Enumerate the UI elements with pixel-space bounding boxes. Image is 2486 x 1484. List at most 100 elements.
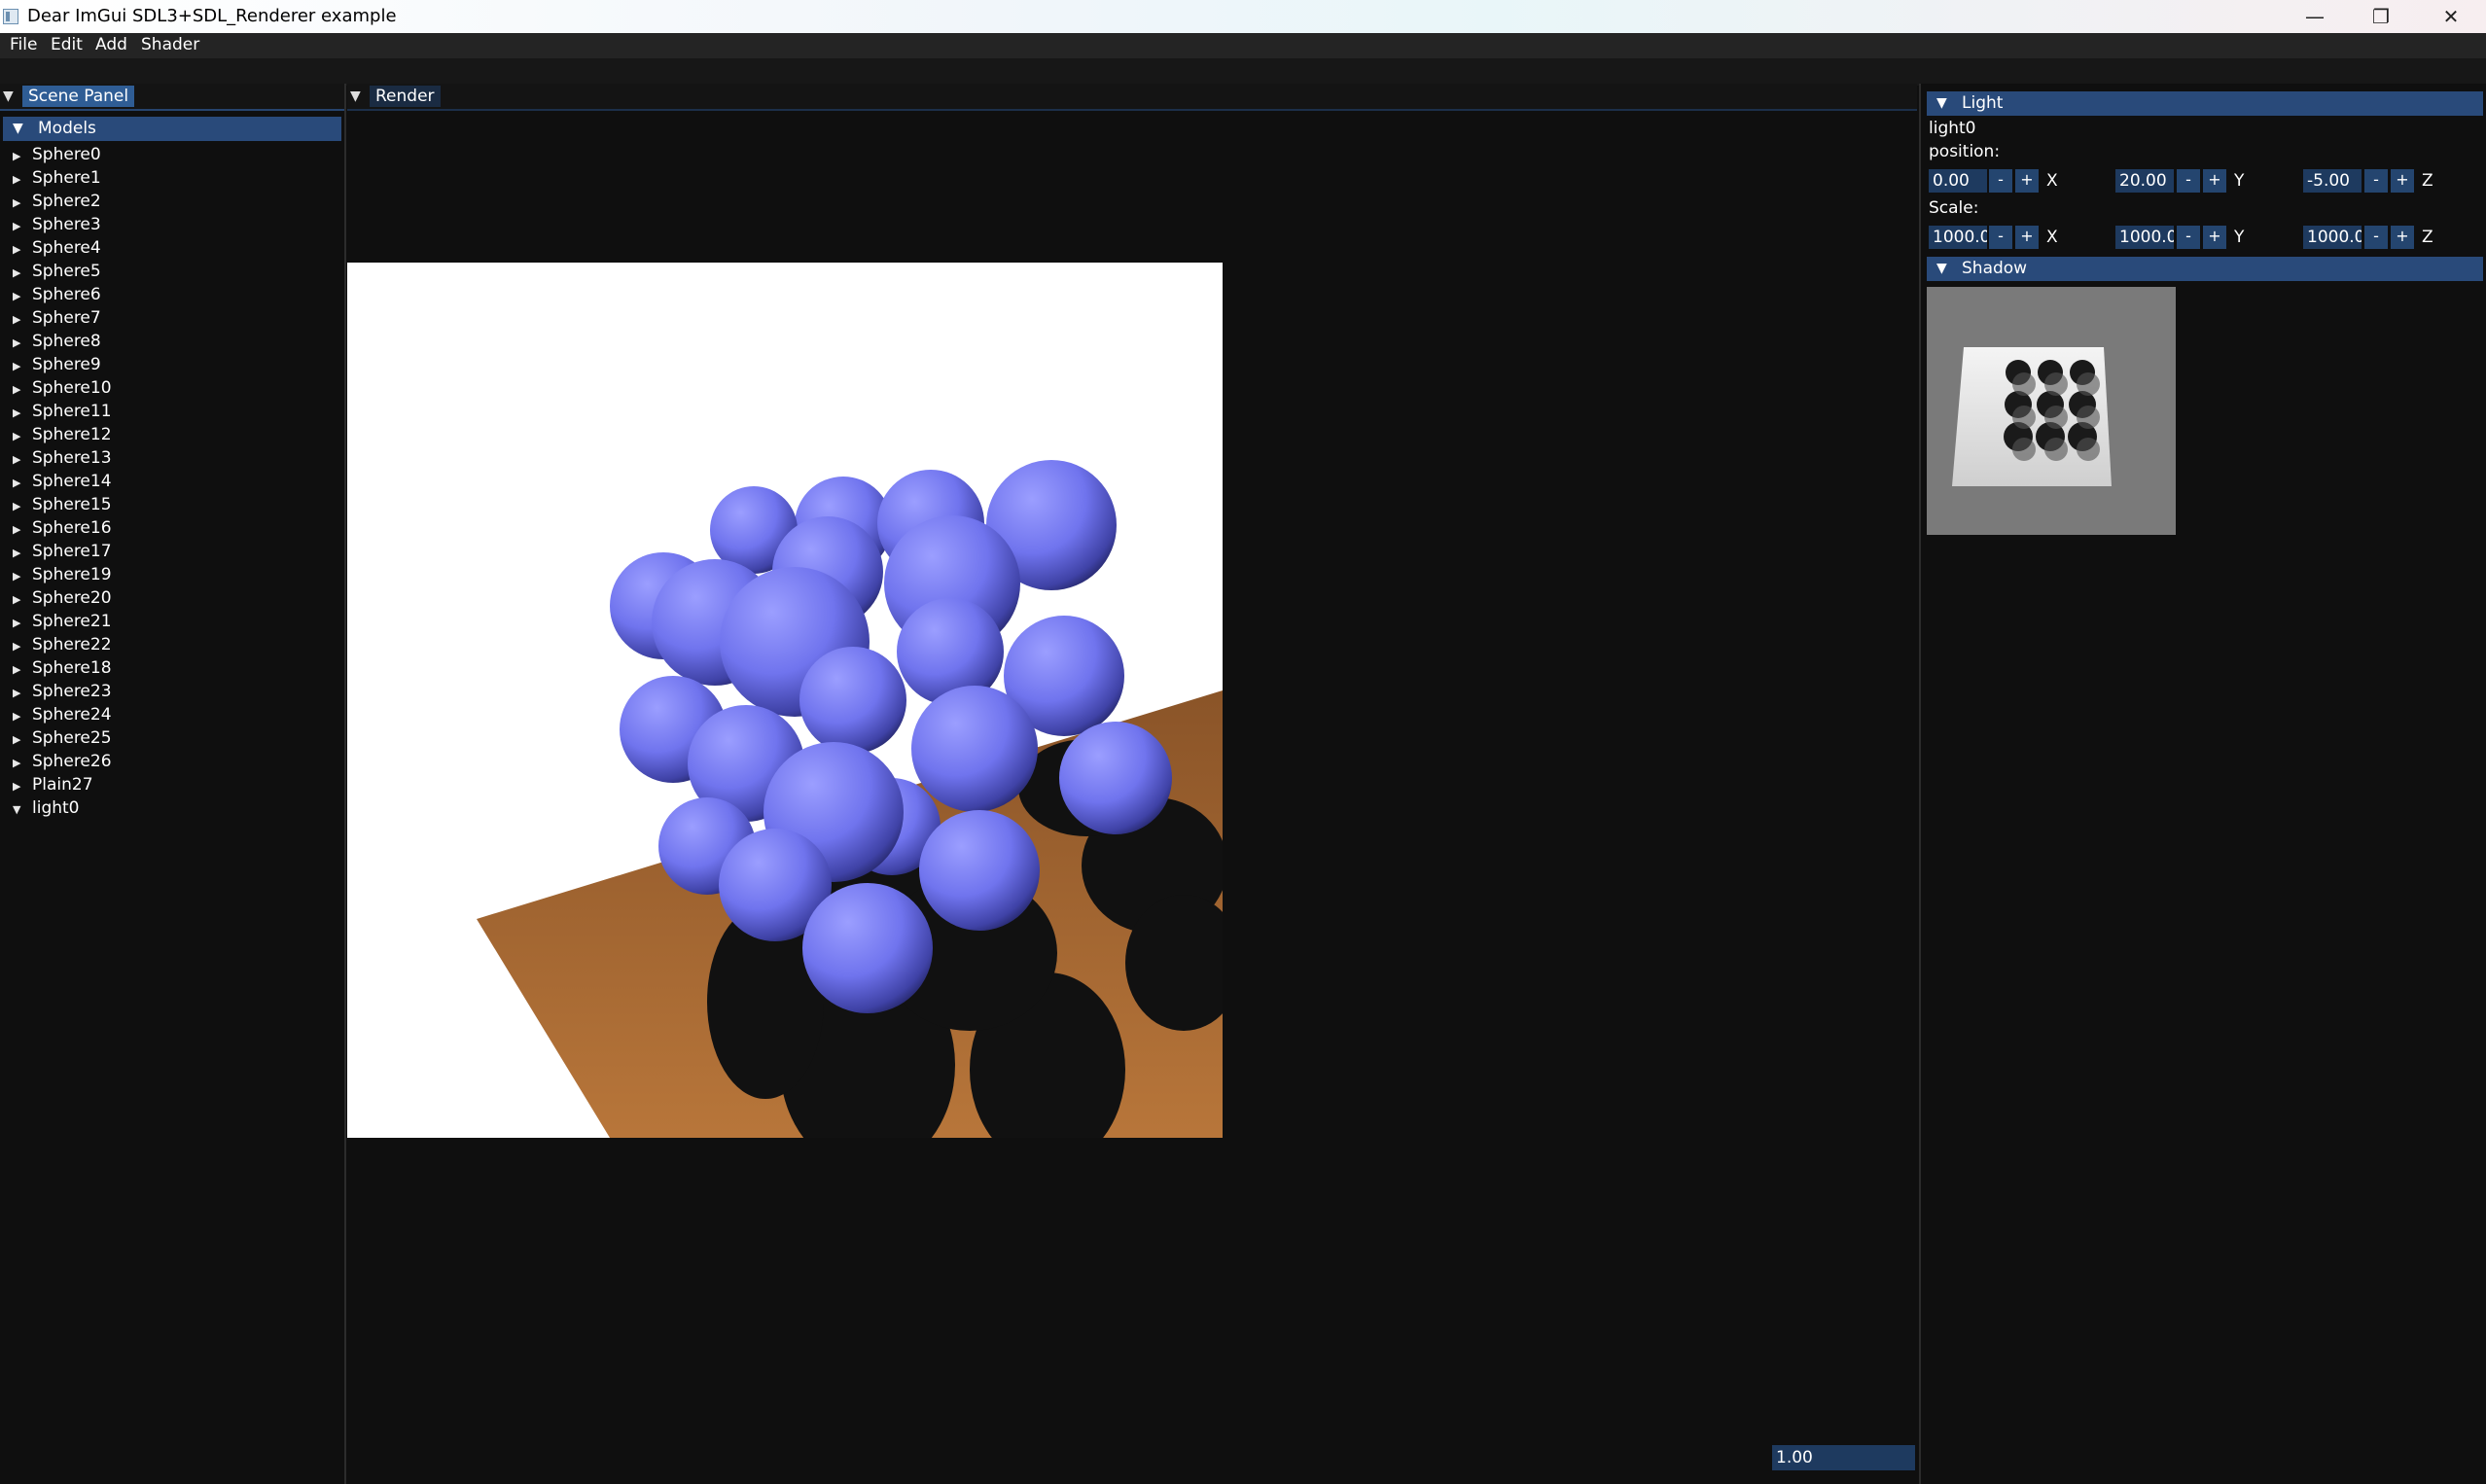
position-z-increment-button[interactable]: + xyxy=(2391,169,2414,193)
chevron-right-icon[interactable]: ▶ xyxy=(13,752,32,775)
position-y-increment-button[interactable]: + xyxy=(2203,169,2226,193)
tree-item-sphere22[interactable]: ▶ Sphere22 xyxy=(13,633,112,656)
chevron-right-icon[interactable]: ▶ xyxy=(13,472,32,495)
models-header[interactable]: ▼ Models xyxy=(3,117,341,141)
chevron-down-icon[interactable]: ▼ xyxy=(13,798,32,822)
scale-z-input[interactable]: 1000.0( xyxy=(2303,226,2362,249)
tree-item-plain27[interactable]: ▶ Plain27 xyxy=(13,773,93,796)
chevron-right-icon[interactable]: ▶ xyxy=(13,775,32,798)
tree-item-label: Sphere10 xyxy=(32,378,112,398)
tree-item-light0[interactable]: ▼ light0 xyxy=(13,796,80,820)
tab-menu-icon[interactable]: ▼ xyxy=(350,88,366,105)
chevron-right-icon[interactable]: ▶ xyxy=(13,238,32,262)
tab-menu-icon[interactable]: ▼ xyxy=(3,88,18,105)
light-header-label: Light xyxy=(1962,93,2004,113)
chevron-right-icon[interactable]: ▶ xyxy=(13,612,32,635)
chevron-right-icon[interactable]: ▶ xyxy=(13,192,32,215)
tree-item-sphere13[interactable]: ▶ Sphere13 xyxy=(13,446,112,470)
tree-item-sphere5[interactable]: ▶ Sphere5 xyxy=(13,260,101,283)
tree-item-sphere9[interactable]: ▶ Sphere9 xyxy=(13,353,101,376)
scale-z-decrement-button[interactable]: - xyxy=(2364,226,2388,249)
menu-shader[interactable]: Shader xyxy=(141,35,199,54)
tab-scene-panel[interactable]: Scene Panel xyxy=(22,86,135,107)
tree-item-sphere10[interactable]: ▶ Sphere10 xyxy=(13,376,112,400)
tree-item-sphere12[interactable]: ▶ Sphere12 xyxy=(13,423,112,446)
scale-z-increment-button[interactable]: + xyxy=(2391,226,2414,249)
chevron-right-icon[interactable]: ▶ xyxy=(13,262,32,285)
chevron-right-icon[interactable]: ▶ xyxy=(13,705,32,728)
chevron-right-icon[interactable]: ▶ xyxy=(13,728,32,752)
menu-edit[interactable]: Edit xyxy=(51,35,83,54)
chevron-right-icon[interactable]: ▶ xyxy=(13,332,32,355)
tree-item-sphere24[interactable]: ▶ Sphere24 xyxy=(13,703,112,726)
tree-item-sphere26[interactable]: ▶ Sphere26 xyxy=(13,750,112,773)
maximize-button[interactable]: ❐ xyxy=(2348,0,2414,33)
scale-y-input[interactable]: 1000.0( xyxy=(2115,226,2174,249)
tree-item-sphere15[interactable]: ▶ Sphere15 xyxy=(13,493,112,516)
position-y-decrement-button[interactable]: - xyxy=(2177,169,2200,193)
tree-item-sphere23[interactable]: ▶ Sphere23 xyxy=(13,680,112,703)
chevron-right-icon[interactable]: ▶ xyxy=(13,145,32,168)
tree-item-sphere4[interactable]: ▶ Sphere4 xyxy=(13,236,101,260)
position-x-decrement-button[interactable]: - xyxy=(1989,169,2012,193)
shadow-map-image xyxy=(1927,287,2176,535)
tab-render[interactable]: Render xyxy=(370,86,441,107)
close-button[interactable]: ✕ xyxy=(2418,0,2484,33)
scale-y-increment-button[interactable]: + xyxy=(2203,226,2226,249)
scale-y-decrement-button[interactable]: - xyxy=(2177,226,2200,249)
tree-item-sphere2[interactable]: ▶ Sphere2 xyxy=(13,190,101,213)
scene-render-image xyxy=(347,263,1223,1138)
scale-label: Scale: xyxy=(1929,198,1979,218)
chevron-right-icon[interactable]: ▶ xyxy=(13,308,32,332)
tree-item-label: Sphere6 xyxy=(32,285,101,304)
chevron-right-icon[interactable]: ▶ xyxy=(13,495,32,518)
tree-item-sphere8[interactable]: ▶ Sphere8 xyxy=(13,330,101,353)
tree-item-sphere20[interactable]: ▶ Sphere20 xyxy=(13,586,112,610)
chevron-right-icon[interactable]: ▶ xyxy=(13,658,32,682)
tree-item-sphere14[interactable]: ▶ Sphere14 xyxy=(13,470,112,493)
chevron-right-icon[interactable]: ▶ xyxy=(13,518,32,542)
tree-item-sphere17[interactable]: ▶ Sphere17 xyxy=(13,540,112,563)
tree-item-label: Sphere7 xyxy=(32,308,101,328)
chevron-right-icon[interactable]: ▶ xyxy=(13,542,32,565)
render-viewport[interactable] xyxy=(347,263,1223,1138)
tree-item-sphere7[interactable]: ▶ Sphere7 xyxy=(13,306,101,330)
chevron-right-icon[interactable]: ▶ xyxy=(13,588,32,612)
chevron-right-icon[interactable]: ▶ xyxy=(13,168,32,192)
chevron-right-icon[interactable]: ▶ xyxy=(13,402,32,425)
chevron-right-icon[interactable]: ▶ xyxy=(13,565,32,588)
scale-x-decrement-button[interactable]: - xyxy=(1989,226,2012,249)
position-z-decrement-button[interactable]: - xyxy=(2364,169,2388,193)
menu-file[interactable]: File xyxy=(10,35,37,54)
chevron-right-icon[interactable]: ▶ xyxy=(13,285,32,308)
position-x-input[interactable]: 0.00 xyxy=(1929,169,1987,193)
tree-item-sphere25[interactable]: ▶ Sphere25 xyxy=(13,726,112,750)
chevron-right-icon[interactable]: ▶ xyxy=(13,682,32,705)
chevron-right-icon[interactable]: ▶ xyxy=(13,425,32,448)
tree-item-sphere18[interactable]: ▶ Sphere18 xyxy=(13,656,112,680)
chevron-right-icon[interactable]: ▶ xyxy=(13,355,32,378)
tree-item-sphere1[interactable]: ▶ Sphere1 xyxy=(13,166,101,190)
menu-add[interactable]: Add xyxy=(95,35,127,54)
tree-item-sphere19[interactable]: ▶ Sphere19 xyxy=(13,563,112,586)
tree-item-sphere16[interactable]: ▶ Sphere16 xyxy=(13,516,112,540)
light-header[interactable]: ▼ Light xyxy=(1927,91,2483,116)
chevron-right-icon[interactable]: ▶ xyxy=(13,215,32,238)
scale-x-increment-button[interactable]: + xyxy=(2015,226,2039,249)
zoom-field[interactable]: 1.00 xyxy=(1772,1445,1915,1470)
scale-x-input[interactable]: 1000.0( xyxy=(1929,226,1987,249)
tree-item-sphere21[interactable]: ▶ Sphere21 xyxy=(13,610,112,633)
minimize-button[interactable]: — xyxy=(2282,0,2348,33)
tree-item-sphere11[interactable]: ▶ Sphere11 xyxy=(13,400,112,423)
chevron-right-icon[interactable]: ▶ xyxy=(13,635,32,658)
chevron-right-icon[interactable]: ▶ xyxy=(13,378,32,402)
chevron-right-icon[interactable]: ▶ xyxy=(13,448,32,472)
position-x-increment-button[interactable]: + xyxy=(2015,169,2039,193)
tree-item-sphere6[interactable]: ▶ Sphere6 xyxy=(13,283,101,306)
tree-item-sphere0[interactable]: ▶ Sphere0 xyxy=(13,143,101,166)
tree-item-sphere3[interactable]: ▶ Sphere3 xyxy=(13,213,101,236)
position-z-input[interactable]: -5.00 xyxy=(2303,169,2362,193)
shadow-header[interactable]: ▼ Shadow xyxy=(1927,257,2483,281)
window-title: Dear ImGui SDL3+SDL_Renderer example xyxy=(27,6,397,26)
position-y-input[interactable]: 20.00 xyxy=(2115,169,2174,193)
